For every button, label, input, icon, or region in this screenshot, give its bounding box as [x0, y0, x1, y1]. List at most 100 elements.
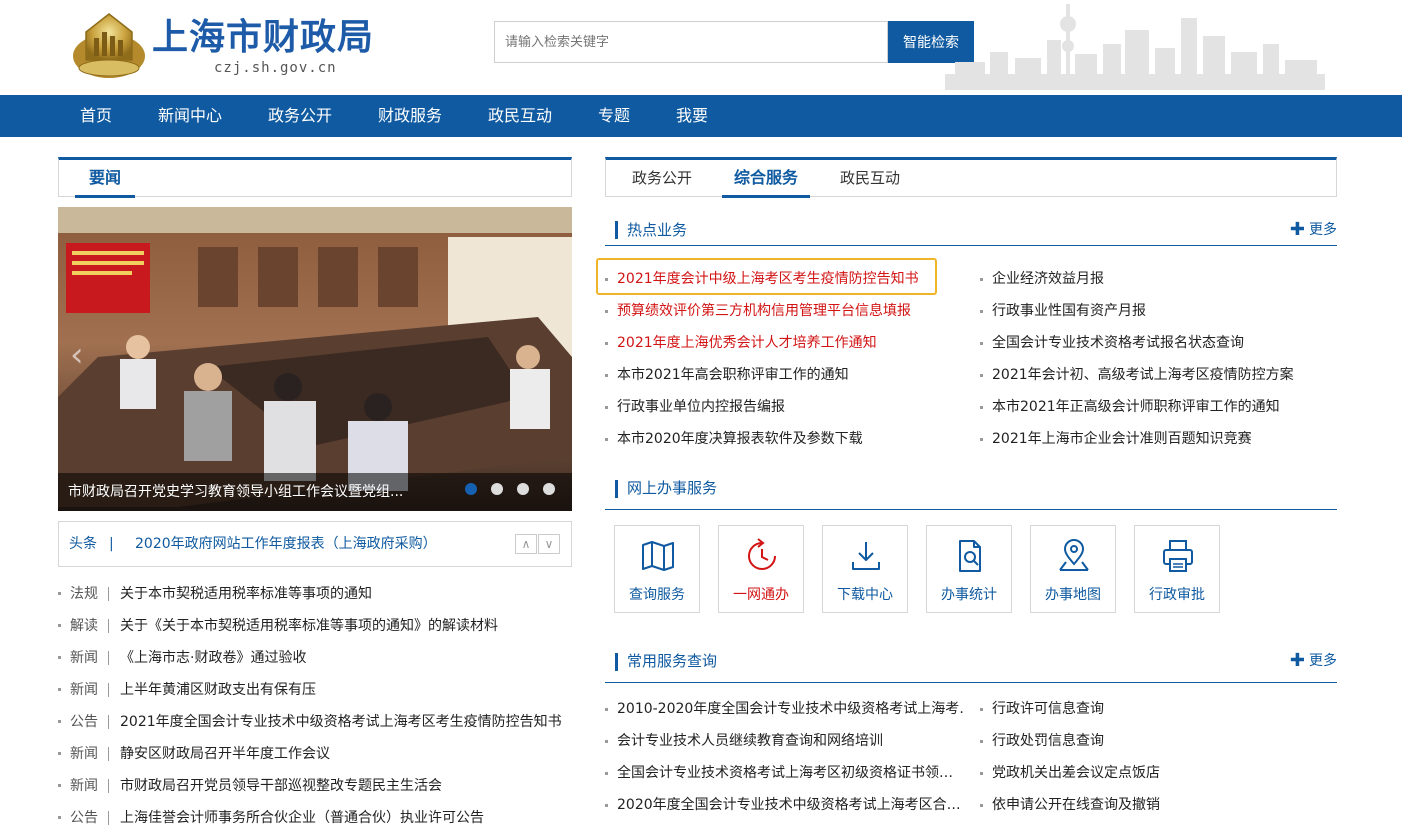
- service-label: 查询服务: [629, 587, 685, 603]
- headline-link[interactable]: 2020年政府网站工作年度报表（上海政府采购）: [135, 522, 437, 566]
- tab-integrated-service[interactable]: 综合服务: [722, 160, 811, 198]
- news-title[interactable]: 2021年度全国会计专业技术中级资格考试上海考区考生疫情防控告知书: [120, 706, 562, 738]
- list-item[interactable]: 新闻 静安区财政局召开半年度工作会议: [58, 738, 572, 770]
- divider: [108, 683, 109, 697]
- news-title[interactable]: 市财政局召开党员领导干部巡视整改专题民主生活会: [120, 770, 442, 802]
- query-item[interactable]: 党政机关出差会议定点饭店: [980, 757, 1337, 789]
- site-title[interactable]: 上海市财政局: [152, 16, 374, 60]
- nav-item-interaction[interactable]: 政民互动: [488, 95, 552, 137]
- news-title[interactable]: 上半年黄浦区财政支出有保有压: [120, 674, 316, 706]
- service-label: 办事统计: [941, 587, 997, 603]
- hot-item-text[interactable]: 本市2021年正高级会计师职称评审工作的通知: [992, 391, 1280, 423]
- service-card-one-stop[interactable]: 一网通办: [718, 525, 804, 613]
- nav-item-gov-affairs[interactable]: 政务公开: [268, 95, 332, 137]
- query-item-text[interactable]: 行政处罚信息查询: [992, 725, 1104, 757]
- hot-item[interactable]: 行政事业单位内控报告编报: [605, 391, 945, 423]
- service-card-approval[interactable]: 行政审批: [1134, 525, 1220, 613]
- service-card-map[interactable]: 办事地图: [1030, 525, 1116, 613]
- list-item[interactable]: 公告 上海佳誉会计师事务所合伙企业（普通合伙）执业许可公告: [58, 802, 572, 827]
- hot-item[interactable]: 预算绩效评价第三方机构信用管理平台信息填报: [605, 295, 945, 327]
- slider-dot-4[interactable]: [543, 483, 555, 495]
- slider-prev-icon[interactable]: ‹: [70, 335, 92, 375]
- query-item-text[interactable]: 党政机关出差会议定点饭店: [992, 757, 1160, 789]
- news-slider[interactable]: ‹ 市财政局召开党史学习教育领导小组工作会议暨党组...: [58, 207, 572, 511]
- slider-dot-3[interactable]: [517, 483, 529, 495]
- query-item[interactable]: 2020年度全国会计专业技术中级资格考试上海考区合…: [605, 789, 965, 821]
- nav-item-news[interactable]: 新闻中心: [158, 95, 222, 137]
- hot-item-text[interactable]: 2021年度上海优秀会计人才培养工作通知: [617, 327, 877, 359]
- hot-item[interactable]: 企业经济效益月报: [980, 263, 1337, 295]
- query-item-text[interactable]: 2010-2020年度全国会计专业技术中级资格考试上海考…: [617, 693, 965, 725]
- tab-gov-affairs[interactable]: 政务公开: [620, 160, 704, 198]
- query-item-text[interactable]: 2020年度全国会计专业技术中级资格考试上海考区合…: [617, 789, 961, 821]
- query-item-text[interactable]: 会计专业技术人员继续教育查询和网络培训: [617, 725, 883, 757]
- hot-item[interactable]: 本市2021年正高级会计师职称评审工作的通知: [980, 391, 1337, 423]
- bullet-icon: [605, 406, 608, 409]
- search-input[interactable]: [494, 21, 888, 63]
- more-link[interactable]: ✚ 更多: [1290, 645, 1337, 677]
- hot-item-text[interactable]: 全国会计专业技术资格考试报名状态查询: [992, 327, 1244, 359]
- list-item[interactable]: 新闻 上半年黄浦区财政支出有保有压: [58, 674, 572, 706]
- query-item[interactable]: 行政处罚信息查询: [980, 725, 1337, 757]
- hot-item[interactable]: 2021年会计初、高级考试上海考区疫情防控方案: [980, 359, 1337, 391]
- list-item[interactable]: 新闻 市财政局召开党员领导干部巡视整改专题民主生活会: [58, 770, 572, 802]
- hot-item-text[interactable]: 行政事业性国有资产月报: [992, 295, 1146, 327]
- plus-icon: ✚: [1289, 219, 1305, 240]
- bullet-icon: [980, 278, 983, 281]
- skyline-illustration: [945, 4, 1325, 90]
- hot-item[interactable]: 2021年度上海优秀会计人才培养工作通知: [605, 327, 945, 359]
- service-card-download[interactable]: 下载中心: [822, 525, 908, 613]
- list-item[interactable]: 新闻 《上海市志·财政卷》通过验收: [58, 642, 572, 674]
- news-category: 公告: [70, 714, 98, 730]
- tab-interaction[interactable]: 政民互动: [828, 160, 912, 198]
- news-title[interactable]: 关于本市契税适用税率标准等事项的通知: [120, 578, 372, 610]
- query-item[interactable]: 依申请公开在线查询及撤销: [980, 789, 1337, 821]
- hot-item[interactable]: 本市2021年高会职称评审工作的通知: [605, 359, 945, 391]
- slider-dot-2[interactable]: [491, 483, 503, 495]
- hot-item-text[interactable]: 本市2021年高会职称评审工作的通知: [617, 359, 849, 391]
- slider-caption[interactable]: 市财政局召开党史学习教育领导小组工作会议暨党组...: [68, 473, 403, 511]
- query-item-text[interactable]: 全国会计专业技术资格考试上海考区初级资格证书领…: [617, 757, 953, 789]
- nav-item-home[interactable]: 首页: [80, 95, 112, 137]
- hot-item[interactable]: 行政事业性国有资产月报: [980, 295, 1337, 327]
- hot-item[interactable]: 全国会计专业技术资格考试报名状态查询: [980, 327, 1337, 359]
- hot-item-text[interactable]: 本市2020年度决算报表软件及参数下载: [617, 423, 863, 455]
- site-logo-emblem[interactable]: [70, 12, 148, 82]
- query-item-text[interactable]: 依申请公开在线查询及撤销: [992, 789, 1160, 821]
- document-search-icon: [959, 540, 981, 572]
- more-link[interactable]: ✚ 更多: [1290, 214, 1337, 246]
- section-marker: [615, 221, 618, 239]
- news-title[interactable]: 关于《关于本市契税适用税率标准等事项的通知》的解读材料: [120, 610, 498, 642]
- nav-item-i-want[interactable]: 我要: [676, 95, 708, 137]
- chevron-up-icon[interactable]: ∧: [515, 534, 537, 554]
- news-title[interactable]: 静安区财政局召开半年度工作会议: [120, 738, 330, 770]
- query-item-text[interactable]: 行政许可信息查询: [992, 693, 1104, 725]
- hot-item-text[interactable]: 2021年上海市企业会计准则百题知识竞赛: [992, 423, 1252, 455]
- slider-dot-1[interactable]: [465, 483, 477, 495]
- service-label: 办事地图: [1045, 587, 1101, 603]
- hot-item-text[interactable]: 2021年会计初、高级考试上海考区疫情防控方案: [992, 359, 1294, 391]
- list-item[interactable]: 解读 关于《关于本市契税适用税率标准等事项的通知》的解读材料: [58, 610, 572, 642]
- service-card-query[interactable]: 查询服务: [614, 525, 700, 613]
- hot-item-text[interactable]: 企业经济效益月报: [992, 263, 1104, 295]
- hot-item[interactable]: 2021年上海市企业会计准则百题知识竞赛: [980, 423, 1337, 455]
- list-item[interactable]: 法规 关于本市契税适用税率标准等事项的通知: [58, 578, 572, 610]
- nav-item-finance-service[interactable]: 财政服务: [378, 95, 442, 137]
- nav-item-topics[interactable]: 专题: [598, 95, 630, 137]
- list-item[interactable]: 公告 2021年度全国会计专业技术中级资格考试上海考区考生疫情防控告知书: [58, 706, 572, 738]
- tab-important-news[interactable]: 要闻: [75, 160, 136, 198]
- hot-item-text[interactable]: 预算绩效评价第三方机构信用管理平台信息填报: [617, 295, 911, 327]
- query-item[interactable]: 行政许可信息查询: [980, 693, 1337, 725]
- hot-item-text[interactable]: 行政事业单位内控报告编报: [617, 391, 785, 423]
- refresh-clock-icon: [748, 538, 776, 570]
- service-card-statistics[interactable]: 办事统计: [926, 525, 1012, 613]
- chevron-down-icon[interactable]: ∨: [538, 534, 560, 554]
- query-item[interactable]: 2010-2020年度全国会计专业技术中级资格考试上海考…: [605, 693, 965, 725]
- plus-icon: ✚: [1289, 650, 1305, 671]
- query-item[interactable]: 会计专业技术人员继续教育查询和网络培训: [605, 725, 965, 757]
- hot-item[interactable]: 本市2020年度决算报表软件及参数下载: [605, 423, 945, 455]
- section-title: 常用服务查询: [627, 652, 718, 670]
- query-item[interactable]: 全国会计专业技术资格考试上海考区初级资格证书领…: [605, 757, 965, 789]
- news-title[interactable]: 《上海市志·财政卷》通过验收: [120, 642, 306, 674]
- news-title[interactable]: 上海佳誉会计师事务所合伙企业（普通合伙）执业许可公告: [120, 802, 484, 827]
